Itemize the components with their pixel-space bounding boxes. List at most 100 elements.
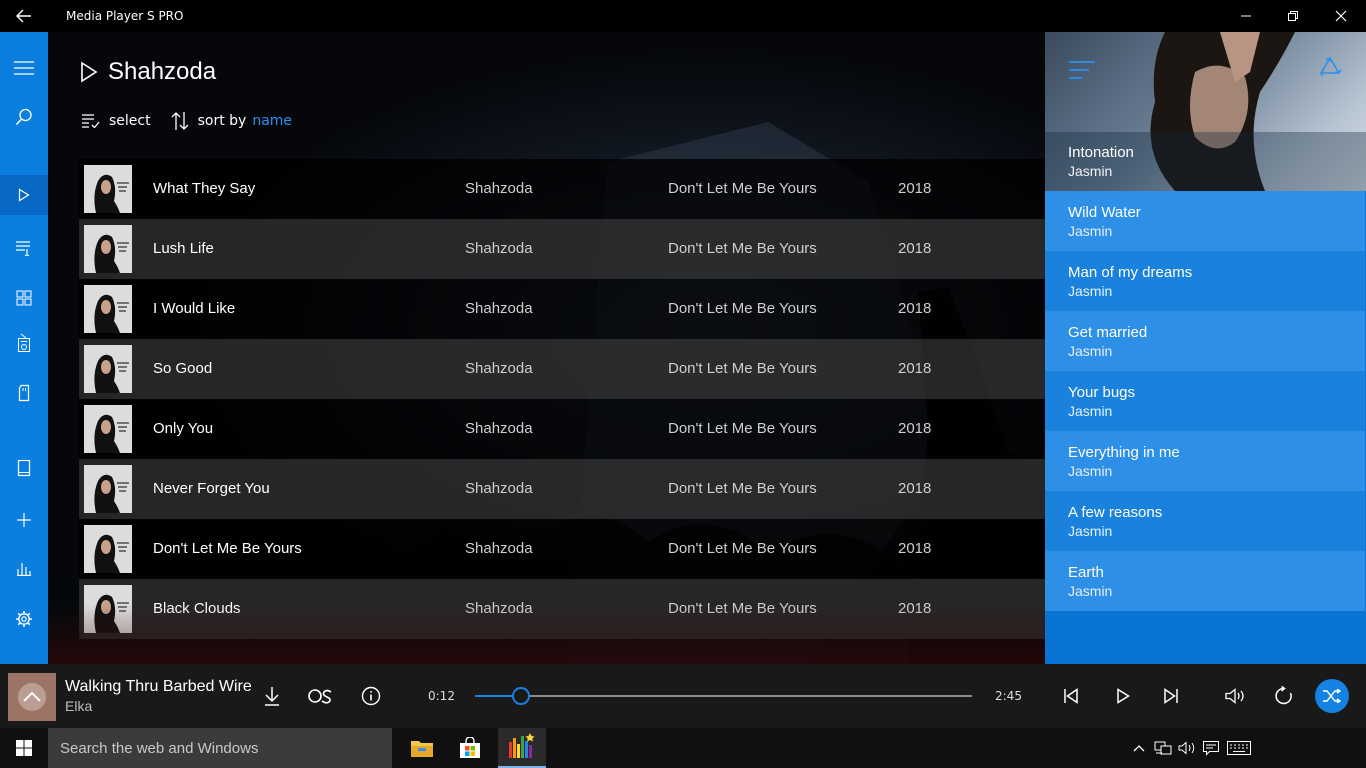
track-year: 2018 [898, 480, 932, 497]
track-title: Lush Life [153, 240, 214, 257]
network-button[interactable] [1152, 738, 1174, 758]
show-hidden-icons-button[interactable] [1128, 738, 1150, 758]
track-title: So Good [153, 360, 213, 377]
info-button[interactable] [355, 680, 387, 712]
track-artist[interactable]: Shahzoda [465, 600, 533, 617]
current-time: 0:12 [428, 689, 455, 703]
track-row[interactable]: What They Say Shahzoda Don't Let Me Be You… [79, 159, 1045, 219]
total-time: 2:45 [995, 689, 1022, 703]
volume-button[interactable] [1219, 680, 1251, 712]
album-art-image [84, 285, 132, 333]
select-button[interactable]: select [82, 113, 151, 129]
track-album[interactable]: Don't Let Me Be Yours [668, 240, 817, 257]
track-row[interactable]: Lush Life Shahzoda Don't Let Me Be Yours 20… [79, 219, 1045, 279]
queue-item[interactable]: Man of my dreams Jasmin [1045, 251, 1365, 311]
track-row[interactable]: So Good Shahzoda Don't Let Me Be Yours 2018 [79, 339, 1045, 399]
track-row[interactable]: Don't Let Me Be Yours Shahzoda Don't Let M… [79, 519, 1045, 579]
close-icon [1335, 10, 1347, 22]
page-title: Shahzoda [108, 58, 217, 85]
queue-item[interactable]: Get married Jasmin [1045, 311, 1365, 371]
multi-select-icon [82, 114, 100, 128]
play-button[interactable] [1107, 680, 1139, 712]
track-album[interactable]: Don't Let Me Be Yours [668, 480, 817, 497]
track-album[interactable]: Don't Let Me Be Yours [668, 180, 817, 197]
taskbar-search-input[interactable] [48, 728, 392, 768]
back-button[interactable] [0, 0, 48, 32]
queue-item-title: Everything in me [1068, 444, 1180, 461]
track-album[interactable]: Don't Let Me Be Yours [668, 300, 817, 317]
track-artist[interactable]: Shahzoda [465, 480, 533, 497]
restore-button[interactable] [1269, 0, 1317, 32]
file-explorer-button[interactable] [398, 728, 446, 768]
tablet-button[interactable] [0, 448, 48, 488]
close-button[interactable] [1317, 0, 1365, 32]
add-button[interactable] [0, 500, 48, 540]
download-button[interactable] [256, 680, 288, 712]
shuffle-button[interactable] [1315, 679, 1349, 713]
queue-item-artist: Jasmin [1068, 223, 1113, 239]
store-button[interactable] [446, 728, 494, 768]
lastfm-button[interactable] [305, 680, 337, 712]
queue-item[interactable]: A few reasons Jasmin [1045, 491, 1365, 551]
repeat-button[interactable] [1268, 680, 1300, 712]
track-artist[interactable]: Shahzoda [465, 360, 533, 377]
equalizer-button[interactable] [0, 548, 48, 588]
now-playing-button[interactable] [0, 175, 48, 215]
track-album[interactable]: Don't Let Me Be Yours [668, 420, 817, 437]
queue-artwork: Intonation Jasmin [1045, 32, 1366, 191]
device-button[interactable] [0, 373, 48, 413]
album-art-image [84, 525, 132, 573]
menu-button[interactable] [0, 48, 48, 88]
seek-thumb[interactable] [512, 687, 531, 705]
track-artist[interactable]: Shahzoda [465, 240, 533, 257]
folder-icon [411, 741, 433, 757]
system-volume-button[interactable] [1176, 738, 1198, 758]
track-album[interactable]: Don't Let Me Be Yours [668, 360, 817, 377]
album-art [84, 225, 132, 273]
previous-button[interactable] [1055, 680, 1087, 712]
track-row[interactable]: I Would Like Shahzoda Don't Let Me Be Your… [79, 279, 1045, 339]
track-artist[interactable]: Shahzoda [465, 420, 533, 437]
grid-icon [16, 290, 32, 306]
restore-icon [1288, 11, 1298, 21]
action-center-button[interactable] [1200, 738, 1222, 758]
now-playing-title: Walking Thru Barbed Wire [65, 678, 252, 695]
track-artist[interactable]: Shahzoda [465, 300, 533, 317]
queue-item[interactable]: Your bugs Jasmin [1045, 371, 1365, 431]
queue-menu-icon[interactable] [1069, 60, 1095, 80]
seek-slider[interactable] [475, 687, 972, 705]
queue-item[interactable]: Wild Water Jasmin [1045, 191, 1365, 251]
queue-item[interactable]: Everything in me Jasmin [1045, 431, 1365, 491]
track-row[interactable]: Only You Shahzoda Don't Let Me Be Yours 201… [79, 399, 1045, 459]
track-album[interactable]: Don't Let Me Be Yours [668, 540, 817, 557]
next-button[interactable] [1155, 680, 1187, 712]
settings-button[interactable] [0, 599, 48, 639]
track-artist[interactable]: Shahzoda [465, 180, 533, 197]
main-content: Shahzoda select sort by name What They S… [48, 32, 1045, 664]
track-album[interactable]: Don't Let Me Be Yours [668, 600, 817, 617]
keyboard-icon [1227, 741, 1251, 755]
search-button[interactable] [0, 97, 48, 137]
playlists-button[interactable] [0, 228, 48, 268]
minimize-button[interactable] [1222, 0, 1270, 32]
track-row[interactable]: Black Clouds Shahzoda Don't Let Me Be Your… [79, 579, 1045, 639]
queue-item[interactable]: Earth Jasmin [1045, 551, 1365, 611]
recycle-icon[interactable] [1317, 56, 1343, 82]
sort-button[interactable]: sort by name [171, 111, 292, 131]
skip-next-icon [1164, 688, 1178, 704]
play-icon [18, 188, 30, 202]
chevron-up-icon [1133, 745, 1145, 752]
albums-button[interactable] [0, 278, 48, 318]
settings-icon [16, 611, 32, 627]
start-button[interactable] [0, 728, 48, 768]
add-icon [17, 513, 31, 527]
track-row[interactable]: Never Forget You Shahzoda Don't Let Me Be … [79, 459, 1045, 519]
touch-keyboard-button[interactable] [1226, 738, 1252, 758]
album-art [84, 405, 132, 453]
radio-icon [18, 333, 30, 352]
now-playing-artwork[interactable] [8, 673, 56, 721]
media-player-taskbar-button[interactable] [498, 728, 546, 768]
radio-button[interactable] [0, 323, 48, 363]
track-artist[interactable]: Shahzoda [465, 540, 533, 557]
sort-value[interactable]: name [252, 113, 292, 129]
